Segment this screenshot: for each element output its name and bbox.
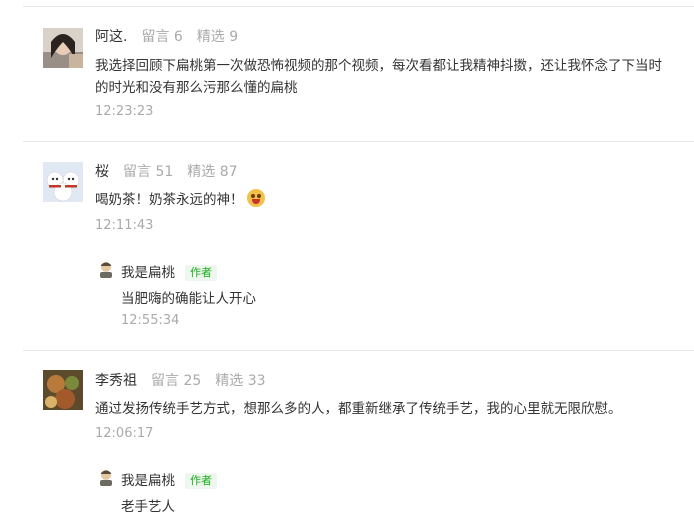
author-badge: 作者 — [185, 473, 217, 489]
reply-author-name[interactable]: 我是扁桃 — [121, 265, 175, 281]
author-avatar-icon[interactable] — [97, 260, 115, 278]
comment-text: 我选择回顾下扁桃第一次做恐怖视频的那个视频，每次看都让我精神抖擞，还让我怀念了下… — [95, 58, 662, 96]
avatar[interactable] — [43, 370, 83, 410]
comment-text: 通过发扬传统手艺方式，想那么多的人，都重新继承了传统手艺，我的心里就无限欣慰。 — [95, 401, 622, 417]
comment-time: 12:11:43 — [95, 218, 154, 233]
comment-time: 12:23:23 — [95, 104, 154, 119]
tongue-out-emoji-icon — [246, 189, 265, 207]
comment-text: 喝奶茶！奶茶永远的神！ — [95, 189, 675, 211]
reply-text: 当肥嗨的确能让人开心 — [121, 291, 256, 307]
commenter-name[interactable]: 李秀祖 — [95, 373, 137, 389]
reply-author-name[interactable]: 我是扁桃 — [121, 473, 175, 489]
author-avatar-icon[interactable] — [97, 468, 115, 486]
divider — [23, 350, 694, 351]
commenter-name[interactable]: 阿这. — [95, 29, 127, 45]
top-divider — [23, 6, 694, 7]
avatar[interactable] — [43, 162, 83, 202]
reply-text: 老手艺人 — [121, 499, 175, 515]
comment-time: 12:06:17 — [95, 426, 154, 441]
comment-stats: 留言 6 精选 9 — [141, 29, 239, 45]
comment-stats: 留言 51 精选 87 — [123, 164, 238, 180]
divider — [23, 141, 694, 142]
reply-time: 12:55:34 — [121, 313, 180, 328]
comment-stats: 留言 25 精选 33 — [151, 373, 266, 389]
author-badge: 作者 — [185, 265, 217, 281]
commenter-name[interactable]: 桜 — [95, 164, 109, 180]
avatar[interactable] — [43, 28, 83, 68]
